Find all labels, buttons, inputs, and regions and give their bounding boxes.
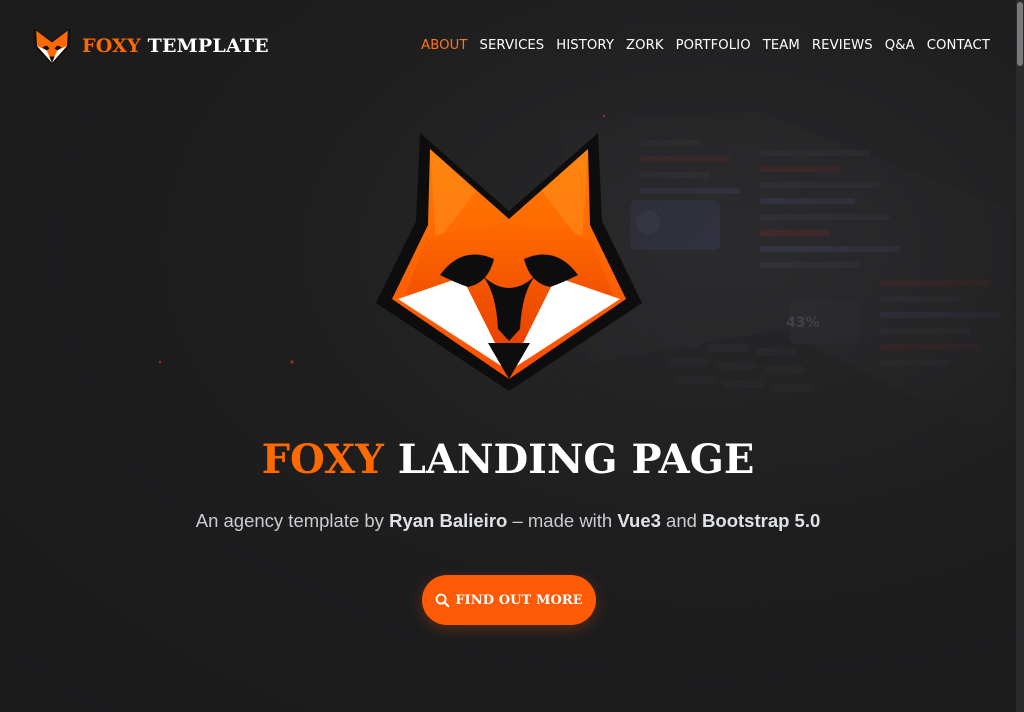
nav-menu: ABOUT SERVICES HISTORY ZORK PORTFOLIO TE… — [409, 38, 990, 53]
page-title: FOXY LANDING PAGE — [0, 436, 1016, 483]
author-name: Ryan Balieiro — [389, 510, 508, 531]
tech-name-bootstrap: Bootstrap 5.0 — [702, 510, 821, 531]
top-navbar: FOXY TEMPLATE ABOUT SERVICES HISTORY ZOR… — [0, 0, 1016, 96]
brand-name-rest: TEMPLATE — [147, 35, 269, 57]
nav-item-about[interactable]: ABOUT — [421, 38, 467, 53]
nav-item-team[interactable]: TEAM — [763, 38, 800, 53]
search-icon — [435, 593, 450, 607]
subtitle-text-2: – made with — [507, 510, 618, 531]
subtitle-text-1: An agency template by — [195, 510, 390, 531]
brand-name: FOXY TEMPLATE — [82, 35, 269, 57]
page-title-rest: LANDING PAGE — [397, 436, 755, 483]
find-out-more-button[interactable]: FIND OUT MORE — [422, 575, 596, 625]
nav-item-portfolio[interactable]: PORTFOLIO — [676, 38, 751, 53]
brand-link[interactable]: FOXY TEMPLATE — [30, 24, 269, 68]
page-scrollbar[interactable] — [1016, 0, 1024, 712]
brand-name-accent: FOXY — [82, 35, 141, 57]
nav-item-zork[interactable]: ZORK — [626, 38, 664, 53]
find-out-more-label: FIND OUT MORE — [455, 592, 583, 608]
fox-head-icon — [33, 27, 71, 66]
background-percent-readout: 43% — [786, 315, 820, 331]
nav-item-contact[interactable]: CONTACT — [927, 38, 990, 53]
nav-item-services[interactable]: SERVICES — [480, 38, 545, 53]
hero-subtitle: An agency template by Ryan Balieiro – ma… — [0, 510, 1016, 532]
nav-item-reviews[interactable]: REVIEWS — [812, 38, 873, 53]
page-title-accent: FOXY — [261, 436, 384, 483]
subtitle-text-3: and — [660, 510, 703, 531]
nav-item-qa[interactable]: Q&A — [885, 38, 915, 53]
scrollbar-thumb[interactable] — [1017, 2, 1023, 66]
nav-item-history[interactable]: HISTORY — [556, 38, 614, 53]
fox-logo-icon — [376, 133, 642, 391]
tech-name-vue: Vue3 — [617, 510, 661, 531]
